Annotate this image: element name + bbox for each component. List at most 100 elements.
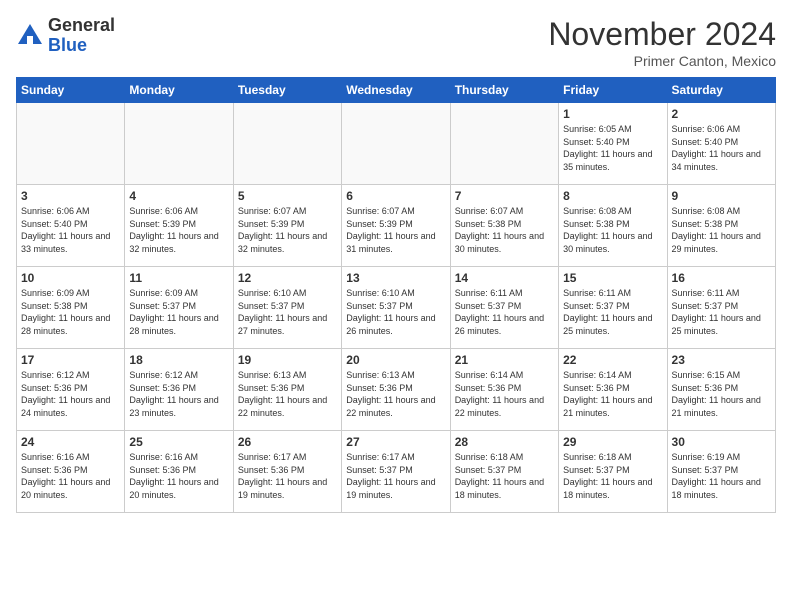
- day-info: Sunrise: 6:06 AMSunset: 5:40 PMDaylight:…: [21, 205, 120, 255]
- day-info: Sunrise: 6:14 AMSunset: 5:36 PMDaylight:…: [563, 369, 662, 419]
- calendar-cell: 20 Sunrise: 6:13 AMSunset: 5:36 PMDayligh…: [342, 349, 450, 431]
- day-number: 20: [346, 353, 445, 367]
- day-number: 19: [238, 353, 337, 367]
- day-info: Sunrise: 6:06 AMSunset: 5:39 PMDaylight:…: [129, 205, 228, 255]
- day-info: Sunrise: 6:10 AMSunset: 5:37 PMDaylight:…: [346, 287, 445, 337]
- weekday-header-cell: Monday: [125, 78, 233, 103]
- calendar-cell: [342, 103, 450, 185]
- weekday-header-cell: Saturday: [667, 78, 775, 103]
- calendar-cell: 26 Sunrise: 6:17 AMSunset: 5:36 PMDayligh…: [233, 431, 341, 513]
- day-number: 11: [129, 271, 228, 285]
- day-number: 25: [129, 435, 228, 449]
- calendar-cell: 28 Sunrise: 6:18 AMSunset: 5:37 PMDayligh…: [450, 431, 558, 513]
- calendar-cell: 13 Sunrise: 6:10 AMSunset: 5:37 PMDayligh…: [342, 267, 450, 349]
- calendar-cell: 9 Sunrise: 6:08 AMSunset: 5:38 PMDaylight…: [667, 185, 775, 267]
- calendar-cell: 12 Sunrise: 6:10 AMSunset: 5:37 PMDayligh…: [233, 267, 341, 349]
- calendar-cell: 29Sunrise: 6:18 AMSunset: 5:37 PMDayligh…: [559, 431, 667, 513]
- day-number: 16: [672, 271, 771, 285]
- day-number: 15: [563, 271, 662, 285]
- calendar-cell: [125, 103, 233, 185]
- calendar-body: 1Sunrise: 6:05 AMSunset: 5:40 PMDaylight…: [17, 103, 776, 513]
- day-number: 24: [21, 435, 120, 449]
- day-info: Sunrise: 6:13 AMSunset: 5:36 PMDaylight:…: [346, 369, 445, 419]
- day-info: Sunrise: 6:11 AMSunset: 5:37 PMDaylight:…: [455, 287, 554, 337]
- page-header: General Blue November 2024 Primer Canton…: [16, 16, 776, 69]
- day-info: Sunrise: 6:18 AMSunset: 5:37 PMDaylight:…: [455, 451, 554, 501]
- calendar-week-row: 10 Sunrise: 6:09 AMSunset: 5:38 PMDayligh…: [17, 267, 776, 349]
- calendar-table: SundayMondayTuesdayWednesdayThursdayFrid…: [16, 77, 776, 513]
- day-info: Sunrise: 6:16 AMSunset: 5:36 PMDaylight:…: [129, 451, 228, 501]
- day-info: Sunrise: 6:15 AMSunset: 5:36 PMDaylight:…: [672, 369, 771, 419]
- calendar-cell: 22 Sunrise: 6:14 AMSunset: 5:36 PMDayligh…: [559, 349, 667, 431]
- calendar-cell: 11 Sunrise: 6:09 AMSunset: 5:37 PMDayligh…: [125, 267, 233, 349]
- calendar-cell: 1Sunrise: 6:05 AMSunset: 5:40 PMDaylight…: [559, 103, 667, 185]
- weekday-header-cell: Sunday: [17, 78, 125, 103]
- calendar-cell: 2 Sunrise: 6:06 AMSunset: 5:40 PMDaylight…: [667, 103, 775, 185]
- calendar-cell: [233, 103, 341, 185]
- calendar-cell: 24 Sunrise: 6:16 AMSunset: 5:36 PMDayligh…: [17, 431, 125, 513]
- calendar-cell: [450, 103, 558, 185]
- calendar-cell: 25 Sunrise: 6:16 AMSunset: 5:36 PMDayligh…: [125, 431, 233, 513]
- day-number: 13: [346, 271, 445, 285]
- logo-general-text: General: [48, 15, 115, 35]
- calendar-cell: [17, 103, 125, 185]
- day-number: 23: [672, 353, 771, 367]
- day-number: 30: [672, 435, 771, 449]
- day-number: 2: [672, 107, 771, 121]
- logo: General Blue: [16, 16, 115, 56]
- day-info: Sunrise: 6:17 AMSunset: 5:36 PMDaylight:…: [238, 451, 337, 501]
- day-info: Sunrise: 6:18 AMSunset: 5:37 PMDaylight:…: [563, 451, 662, 501]
- day-info: Sunrise: 6:12 AMSunset: 5:36 PMDaylight:…: [21, 369, 120, 419]
- day-number: 28: [455, 435, 554, 449]
- calendar-cell: 7 Sunrise: 6:07 AMSunset: 5:38 PMDaylight…: [450, 185, 558, 267]
- weekday-header-cell: Wednesday: [342, 78, 450, 103]
- day-number: 5: [238, 189, 337, 203]
- day-info: Sunrise: 6:07 AMSunset: 5:39 PMDaylight:…: [346, 205, 445, 255]
- logo-blue-text: Blue: [48, 35, 87, 55]
- day-info: Sunrise: 6:16 AMSunset: 5:36 PMDaylight:…: [21, 451, 120, 501]
- calendar-week-row: 1Sunrise: 6:05 AMSunset: 5:40 PMDaylight…: [17, 103, 776, 185]
- day-number: 26: [238, 435, 337, 449]
- day-info: Sunrise: 6:06 AMSunset: 5:40 PMDaylight:…: [672, 123, 771, 173]
- title-block: November 2024 Primer Canton, Mexico: [548, 16, 776, 69]
- calendar-cell: 23 Sunrise: 6:15 AMSunset: 5:36 PMDayligh…: [667, 349, 775, 431]
- calendar-cell: 8 Sunrise: 6:08 AMSunset: 5:38 PMDaylight…: [559, 185, 667, 267]
- day-number: 21: [455, 353, 554, 367]
- day-number: 3: [21, 189, 120, 203]
- weekday-header-cell: Thursday: [450, 78, 558, 103]
- calendar-cell: 27Sunrise: 6:17 AMSunset: 5:37 PMDayligh…: [342, 431, 450, 513]
- day-info: Sunrise: 6:10 AMSunset: 5:37 PMDaylight:…: [238, 287, 337, 337]
- day-info: Sunrise: 6:09 AMSunset: 5:37 PMDaylight:…: [129, 287, 228, 337]
- day-info: Sunrise: 6:05 AMSunset: 5:40 PMDaylight:…: [563, 123, 662, 173]
- day-number: 9: [672, 189, 771, 203]
- calendar-cell: 10 Sunrise: 6:09 AMSunset: 5:38 PMDayligh…: [17, 267, 125, 349]
- location-text: Primer Canton, Mexico: [548, 53, 776, 69]
- day-info: Sunrise: 6:13 AMSunset: 5:36 PMDaylight:…: [238, 369, 337, 419]
- weekday-header-row: SundayMondayTuesdayWednesdayThursdayFrid…: [17, 78, 776, 103]
- calendar-cell: 18 Sunrise: 6:12 AMSunset: 5:36 PMDayligh…: [125, 349, 233, 431]
- calendar-cell: 21 Sunrise: 6:14 AMSunset: 5:36 PMDayligh…: [450, 349, 558, 431]
- day-number: 22: [563, 353, 662, 367]
- day-number: 12: [238, 271, 337, 285]
- weekday-header-cell: Friday: [559, 78, 667, 103]
- day-info: Sunrise: 6:14 AMSunset: 5:36 PMDaylight:…: [455, 369, 554, 419]
- day-info: Sunrise: 6:08 AMSunset: 5:38 PMDaylight:…: [563, 205, 662, 255]
- day-number: 7: [455, 189, 554, 203]
- month-title: November 2024: [548, 16, 776, 53]
- weekday-header-cell: Tuesday: [233, 78, 341, 103]
- calendar-cell: 14 Sunrise: 6:11 AMSunset: 5:37 PMDayligh…: [450, 267, 558, 349]
- calendar-week-row: 3 Sunrise: 6:06 AMSunset: 5:40 PMDaylight…: [17, 185, 776, 267]
- day-info: Sunrise: 6:08 AMSunset: 5:38 PMDaylight:…: [672, 205, 771, 255]
- day-info: Sunrise: 6:12 AMSunset: 5:36 PMDaylight:…: [129, 369, 228, 419]
- day-number: 14: [455, 271, 554, 285]
- day-number: 18: [129, 353, 228, 367]
- calendar-week-row: 24 Sunrise: 6:16 AMSunset: 5:36 PMDayligh…: [17, 431, 776, 513]
- day-info: Sunrise: 6:09 AMSunset: 5:38 PMDaylight:…: [21, 287, 120, 337]
- day-info: Sunrise: 6:07 AMSunset: 5:39 PMDaylight:…: [238, 205, 337, 255]
- logo-icon: [16, 22, 44, 50]
- day-number: 17: [21, 353, 120, 367]
- day-number: 10: [21, 271, 120, 285]
- day-number: 8: [563, 189, 662, 203]
- calendar-cell: 30Sunrise: 6:19 AMSunset: 5:37 PMDayligh…: [667, 431, 775, 513]
- day-info: Sunrise: 6:07 AMSunset: 5:38 PMDaylight:…: [455, 205, 554, 255]
